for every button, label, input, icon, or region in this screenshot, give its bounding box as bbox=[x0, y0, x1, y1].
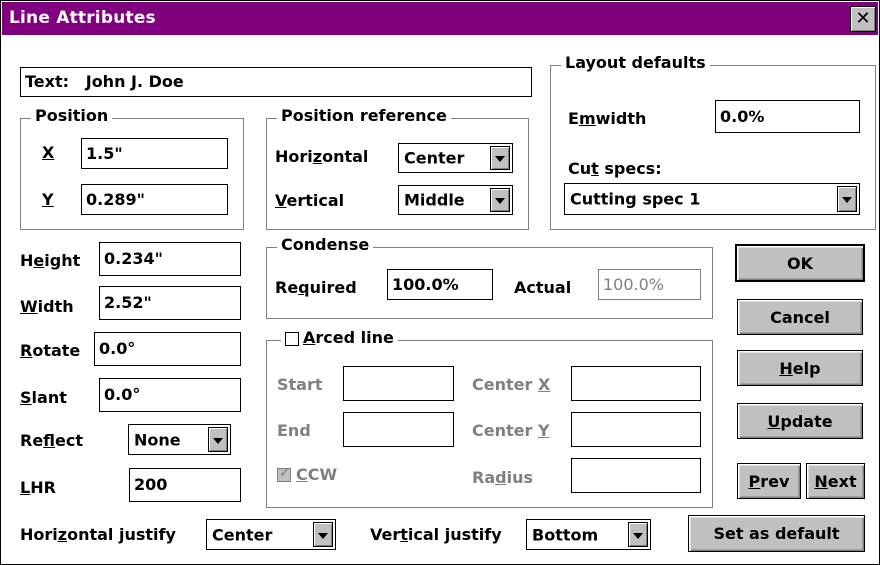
vertical-label: Vertical bbox=[275, 191, 345, 210]
rotate-input[interactable]: 0.0° bbox=[94, 332, 241, 366]
lhr-label: LHR bbox=[20, 478, 56, 497]
vertical-position-value: Middle bbox=[404, 190, 465, 210]
dropdown-arrow-icon[interactable] bbox=[208, 427, 228, 452]
close-icon: ✕ bbox=[855, 8, 871, 29]
x-input[interactable]: 1.5" bbox=[81, 138, 228, 169]
dialog-body: Text: John J. Doe Position X 1.5" Y 0.28… bbox=[2, 35, 878, 564]
text-field-value: John J. Doe bbox=[85, 72, 184, 91]
start-input[interactable] bbox=[343, 366, 454, 401]
width-input[interactable]: 2.52" bbox=[99, 286, 241, 320]
start-label: Start bbox=[277, 375, 323, 394]
dropdown-arrow-icon[interactable] bbox=[490, 188, 510, 212]
text-field[interactable]: Text: John J. Doe bbox=[20, 67, 532, 97]
vertical-justify-label: Vertical justify bbox=[370, 525, 502, 544]
vertical-justify-value: Bottom bbox=[532, 525, 599, 544]
center-y-label: Center Y bbox=[472, 421, 550, 440]
dropdown-arrow-icon[interactable] bbox=[628, 522, 648, 547]
horizontal-position-value: Center bbox=[404, 148, 465, 168]
next-button[interactable]: Next bbox=[806, 463, 865, 499]
end-label: End bbox=[277, 421, 311, 440]
dropdown-arrow-icon[interactable] bbox=[837, 186, 857, 212]
text-field-label: Text: bbox=[25, 72, 70, 91]
width-label: Width bbox=[20, 297, 74, 316]
end-input[interactable] bbox=[343, 412, 454, 447]
center-x-input[interactable] bbox=[571, 366, 701, 401]
arced-line-toggle[interactable]: Arced line bbox=[281, 328, 398, 347]
ccw-checkbox: ✓ bbox=[277, 465, 291, 482]
height-label: Height bbox=[20, 251, 81, 270]
cancel-button[interactable]: Cancel bbox=[737, 299, 863, 335]
reflect-select[interactable]: None bbox=[128, 424, 231, 455]
update-button[interactable]: Update bbox=[737, 403, 863, 439]
cut-specs-select[interactable]: Cutting spec 1 bbox=[564, 183, 860, 215]
close-button[interactable]: ✕ bbox=[850, 6, 876, 32]
horizontal-label: Horizontal bbox=[275, 147, 369, 166]
position-reference-title: Position reference bbox=[277, 106, 451, 125]
help-button[interactable]: Help bbox=[737, 350, 863, 386]
prev-button[interactable]: Prev bbox=[737, 463, 801, 499]
reflect-value: None bbox=[134, 430, 181, 449]
slant-input[interactable]: 0.0° bbox=[99, 378, 241, 412]
horizontal-justify-value: Center bbox=[212, 525, 273, 544]
arced-line-checkbox[interactable] bbox=[285, 332, 299, 346]
set-as-default-button[interactable]: Set as default bbox=[688, 515, 865, 552]
vertical-justify-select[interactable]: Bottom bbox=[526, 519, 651, 550]
center-x-label: Center X bbox=[472, 375, 551, 394]
radius-input[interactable] bbox=[571, 458, 701, 493]
vertical-position-select[interactable]: Middle bbox=[398, 185, 513, 215]
y-input[interactable]: 0.289" bbox=[81, 184, 228, 215]
lhr-input[interactable]: 200 bbox=[129, 468, 241, 502]
rotate-label: Rotate bbox=[20, 341, 81, 360]
title-bar[interactable]: Line Attributes ✕ bbox=[2, 2, 878, 35]
center-y-input[interactable] bbox=[571, 412, 701, 447]
height-input[interactable]: 0.234" bbox=[99, 242, 241, 276]
condense-title: Condense bbox=[277, 235, 374, 254]
x-label: X bbox=[42, 143, 55, 162]
ccw-label: CCW bbox=[296, 465, 338, 484]
actual-input: 100.0% bbox=[598, 269, 701, 300]
dropdown-arrow-icon[interactable] bbox=[490, 146, 510, 170]
line-attributes-dialog: Line Attributes ✕ Text: John J. Doe Posi… bbox=[0, 0, 880, 565]
cut-specs-value: Cutting spec 1 bbox=[570, 189, 701, 209]
cut-specs-label: Cut specs: bbox=[568, 159, 662, 178]
position-group-title: Position bbox=[31, 106, 113, 125]
radius-label: Radius bbox=[472, 468, 533, 487]
emwidth-label: Emwidth bbox=[568, 109, 647, 128]
ok-button[interactable]: OK bbox=[735, 244, 865, 282]
horizontal-position-select[interactable]: Center bbox=[398, 143, 513, 173]
required-label: Required bbox=[275, 278, 357, 297]
required-input[interactable]: 100.0% bbox=[387, 269, 493, 300]
horizontal-justify-select[interactable]: Center bbox=[206, 519, 336, 550]
layout-defaults-title: Layout defaults bbox=[561, 53, 710, 72]
dropdown-arrow-icon[interactable] bbox=[313, 522, 333, 547]
dialog-title: Line Attributes bbox=[9, 8, 156, 28]
actual-label: Actual bbox=[514, 278, 572, 297]
slant-label: Slant bbox=[20, 388, 67, 407]
horizontal-justify-label: Horizontal justify bbox=[20, 525, 176, 544]
y-label: Y bbox=[42, 190, 54, 209]
reflect-label: Reflect bbox=[20, 431, 84, 450]
emwidth-input[interactable]: 0.0% bbox=[715, 100, 860, 133]
